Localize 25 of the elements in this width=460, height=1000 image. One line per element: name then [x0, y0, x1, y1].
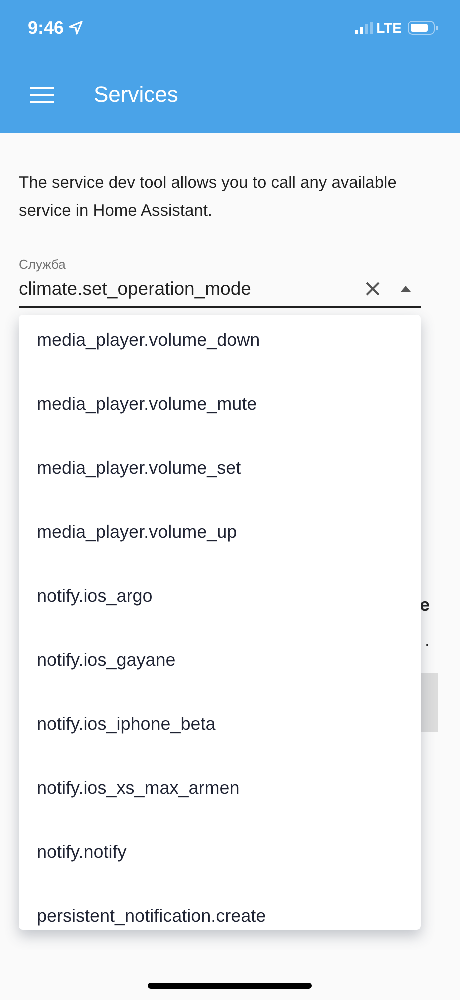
dropdown-option[interactable]: notify.notify	[19, 820, 421, 884]
dropdown-option[interactable]: notify.ios_gayane	[19, 628, 421, 692]
battery-icon	[408, 21, 438, 35]
dropdown-option[interactable]: notify.ios_xs_max_armen	[19, 756, 421, 820]
dropdown-option[interactable]: media_player.volume_down	[19, 315, 421, 372]
menu-icon[interactable]	[30, 86, 54, 104]
dropdown-option[interactable]: media_player.volume_set	[19, 436, 421, 500]
signal-icon	[354, 22, 373, 34]
dropdown-option[interactable]: notify.ios_iphone_beta	[19, 692, 421, 756]
status-time: 9:46	[28, 18, 64, 38]
location-icon	[69, 21, 84, 35]
partial-text: e	[420, 595, 430, 616]
dropdown-option[interactable]: notify.ios_argo	[19, 564, 421, 628]
dropdown-option[interactable]: media_player.volume_up	[19, 500, 421, 564]
button-background	[421, 673, 438, 732]
dropdown-option[interactable]: media_player.volume_mute	[19, 372, 421, 436]
clear-icon[interactable]	[365, 281, 381, 297]
field-label: Служба	[19, 257, 67, 272]
page-title: Services	[94, 82, 178, 108]
partial-text: .	[424, 630, 430, 651]
dropdown-option[interactable]: persistent_notification.create	[19, 884, 421, 930]
service-field[interactable]: climate.set_operation_mode	[19, 272, 421, 308]
description-text: The service dev tool allows you to call any available service in Home Assistant.	[19, 173, 398, 222]
caret-icon[interactable]	[401, 286, 411, 292]
network-label: LTE	[376, 20, 402, 36]
